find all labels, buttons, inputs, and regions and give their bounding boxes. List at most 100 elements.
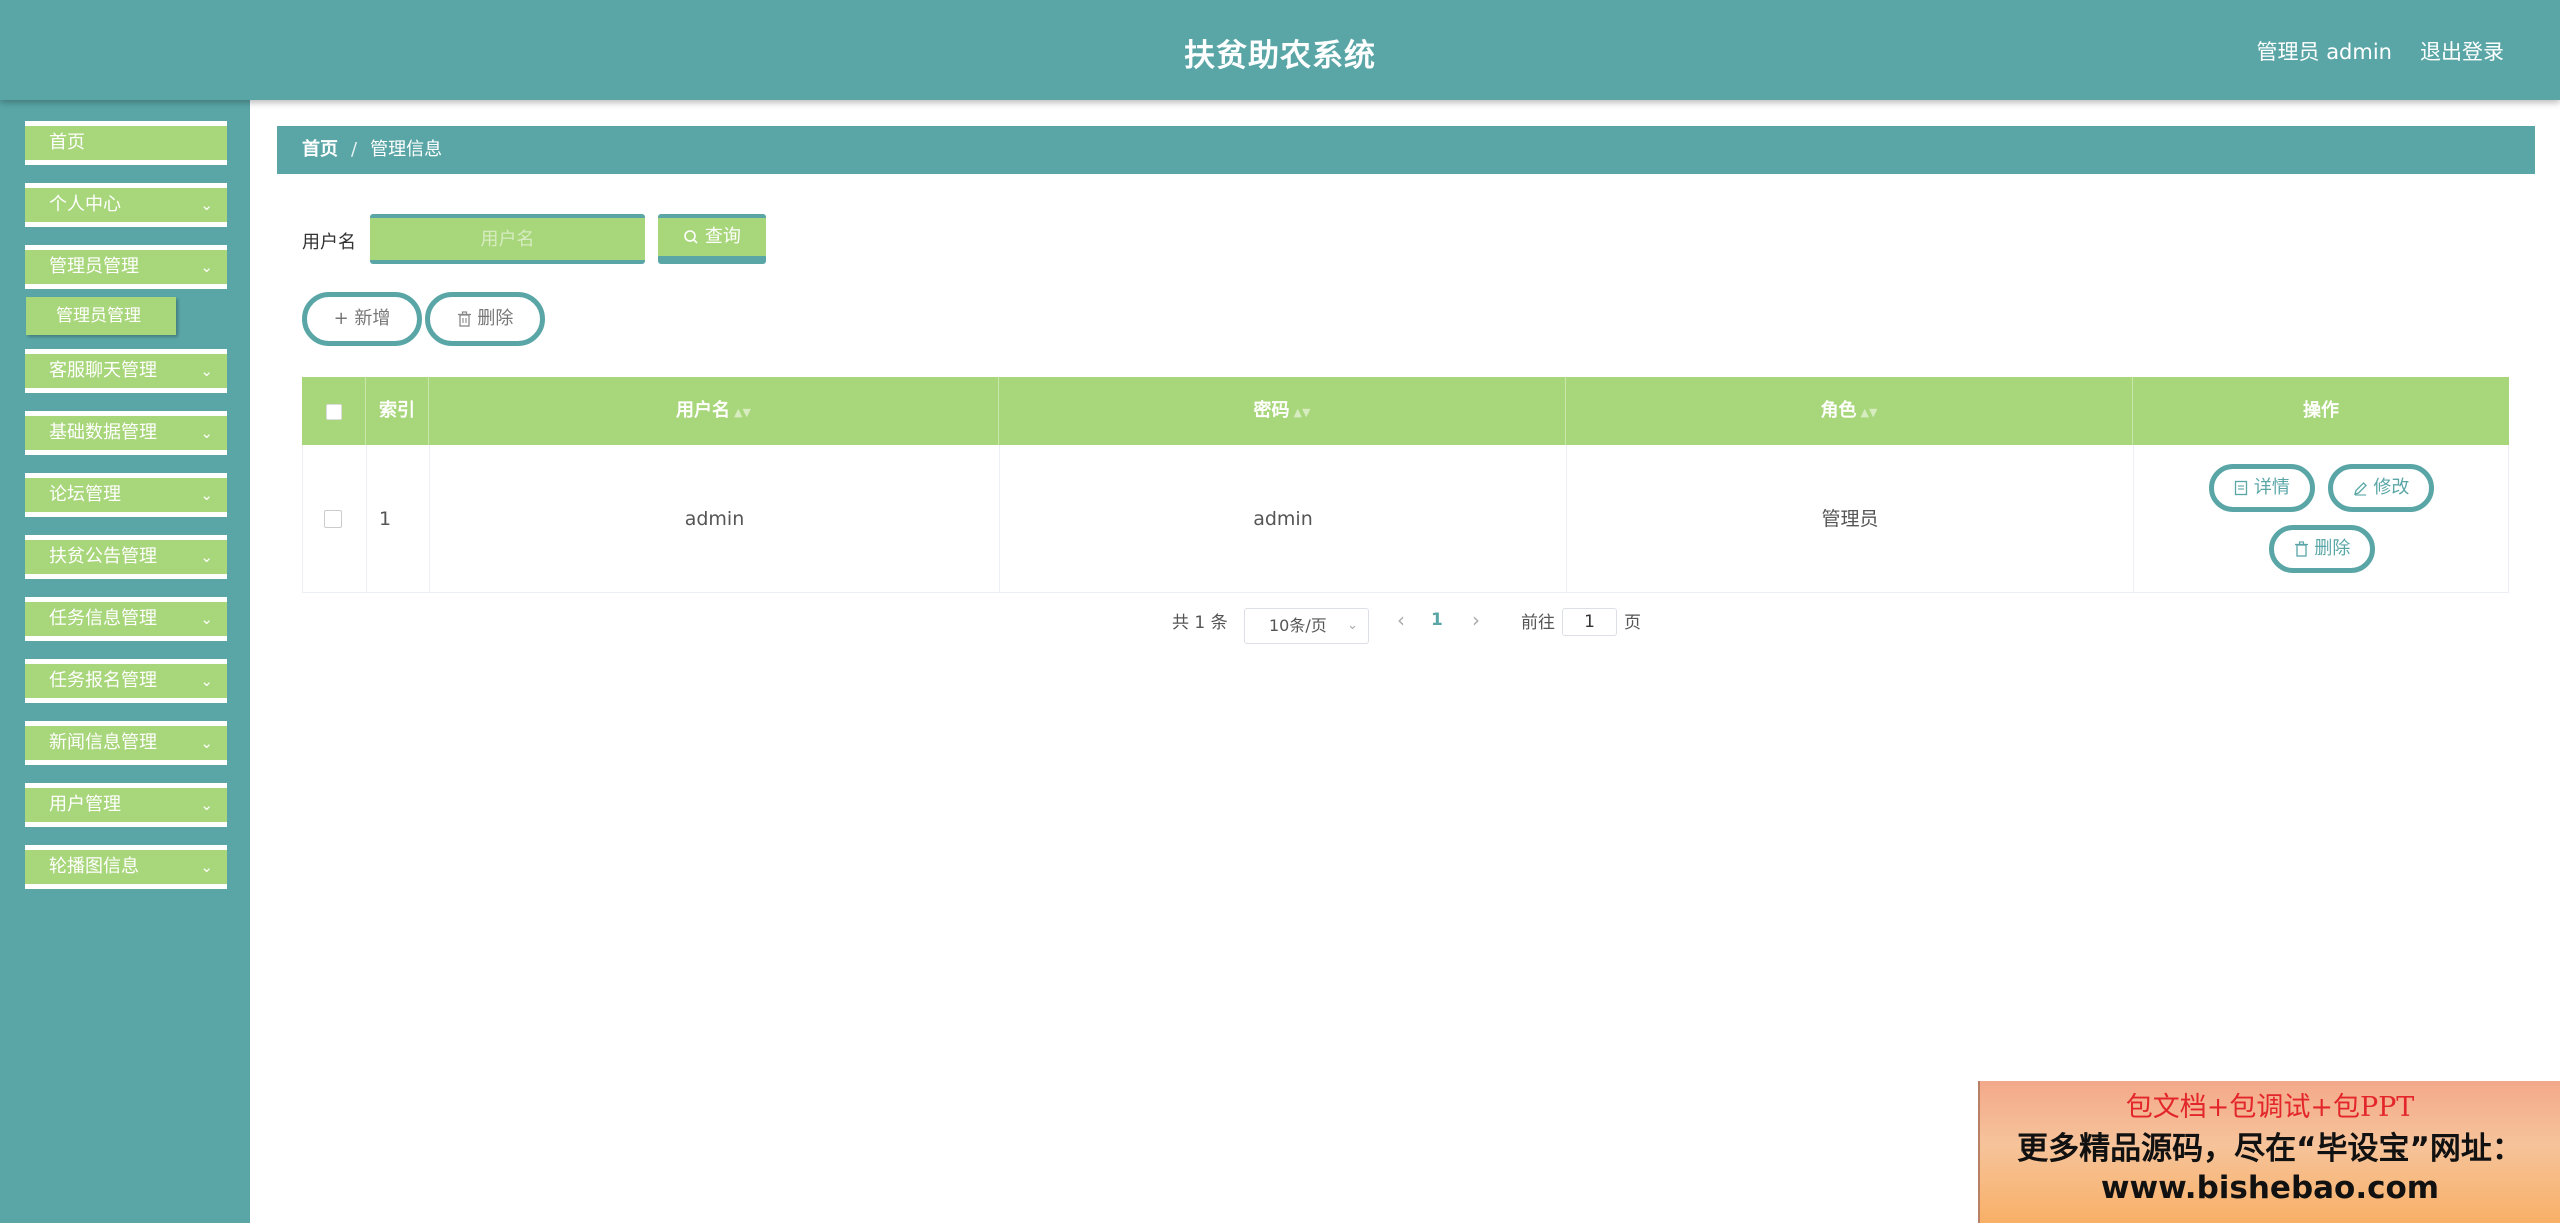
- sidebar-item-forum[interactable]: 论坛管理 ⌄: [25, 473, 227, 517]
- cell-index: 1: [367, 445, 430, 593]
- add-button[interactable]: + 新增: [302, 292, 422, 346]
- column-header-username[interactable]: 用户名 ▲▼: [429, 377, 999, 445]
- sidebar-item-label: 个人中心: [49, 194, 121, 215]
- trash-icon: [457, 311, 471, 327]
- sidebar-subitem-admin-management[interactable]: 管理员管理: [26, 297, 176, 335]
- chevron-down-icon: ⌄: [200, 362, 213, 380]
- document-icon: [2234, 480, 2248, 496]
- select-all-cell: [302, 377, 366, 445]
- goto-page-input[interactable]: [1562, 608, 1617, 636]
- plus-icon: +: [333, 308, 349, 329]
- sidebar-item-label: 论坛管理: [49, 484, 121, 505]
- chevron-down-icon: ⌄: [200, 610, 213, 628]
- top-header: 扶贫助农系统 管理员 admin 退出登录: [0, 0, 2560, 100]
- column-header-index: 索引: [366, 377, 429, 445]
- search-label: 用户名: [302, 232, 356, 253]
- cell-username: admin: [430, 445, 1000, 593]
- trash-icon: [2294, 541, 2308, 557]
- detail-button-label: 详情: [2253, 477, 2290, 498]
- sidebar-item-carousel[interactable]: 轮播图信息 ⌄: [25, 845, 227, 889]
- batch-delete-button[interactable]: 删除: [425, 292, 545, 346]
- current-user: 管理员 admin: [2256, 40, 2392, 64]
- row-checkbox[interactable]: [324, 510, 342, 528]
- app-title: 扶贫助农系统: [1184, 38, 1376, 74]
- search-icon: [684, 230, 698, 244]
- sidebar-item-label: 管理员管理: [49, 256, 139, 277]
- sidebar: 首页 个人中心 ⌄ 管理员管理 ⌄ 管理员管理 客服聊天管理 ⌄ 基础数据管理 …: [0, 100, 250, 1223]
- select-all-checkbox[interactable]: [326, 404, 342, 420]
- edit-icon: [2353, 481, 2367, 496]
- next-page-button[interactable]: ›: [1472, 608, 1480, 632]
- sidebar-item-label: 客服聊天管理: [49, 360, 157, 381]
- sidebar-item-label: 用户管理: [49, 794, 121, 815]
- chevron-down-icon: ⌄: [200, 486, 213, 504]
- goto-prefix: 前往: [1521, 613, 1555, 633]
- chevron-down-icon: ⌄: [200, 424, 213, 442]
- page-number-current[interactable]: 1: [1431, 610, 1443, 630]
- sidebar-item-basic-data[interactable]: 基础数据管理 ⌄: [25, 411, 227, 455]
- sidebar-item-admin-management[interactable]: 管理员管理 ⌄: [25, 245, 227, 289]
- edit-button[interactable]: 修改: [2328, 464, 2434, 512]
- table-header: 索引 用户名 ▲▼ 密码 ▲▼ 角色 ▲▼ 操作: [302, 377, 2509, 445]
- sidebar-item-news[interactable]: 新闻信息管理 ⌄: [25, 721, 227, 765]
- delete-button-label: 删除: [477, 308, 514, 329]
- sidebar-item-task-signup[interactable]: 任务报名管理 ⌄: [25, 659, 227, 703]
- chevron-right-icon: ›: [1472, 608, 1480, 632]
- detail-button[interactable]: 详情: [2209, 464, 2315, 512]
- sidebar-item-label: 新闻信息管理: [49, 732, 157, 753]
- chevron-down-icon: ⌄: [1347, 618, 1358, 633]
- cell-password: admin: [1000, 445, 1567, 593]
- table-row: 1 admin admin 管理员 详情 修改 删除: [302, 445, 2509, 593]
- cell-actions: 详情 修改 删除: [2134, 445, 2510, 593]
- pagination-total: 共 1 条: [1172, 613, 1228, 633]
- goto-suffix: 页: [1624, 613, 1641, 633]
- promo-banner: 包文档+包调试+包PPT 更多精品源码，尽在“毕设宝”网址： www.bishe…: [1978, 1081, 2560, 1223]
- page-size-value: 10条/页: [1269, 616, 1327, 635]
- chevron-left-icon: ‹: [1397, 608, 1405, 632]
- sidebar-item-label: 扶贫公告管理: [49, 546, 157, 567]
- breadcrumb: 首页 / 管理信息: [277, 126, 2535, 174]
- column-header-role[interactable]: 角色 ▲▼: [1566, 377, 2133, 445]
- sidebar-item-label: 任务信息管理: [49, 608, 157, 629]
- logout-link[interactable]: 退出登录: [2420, 36, 2504, 66]
- chevron-down-icon: ⌄: [200, 672, 213, 690]
- search-button[interactable]: 查询: [658, 214, 766, 264]
- chevron-down-icon: ⌄: [200, 258, 213, 276]
- sidebar-item-label: 任务报名管理: [49, 670, 157, 691]
- sort-icon[interactable]: ▲▼: [734, 406, 751, 419]
- chevron-down-icon: ⌄: [200, 796, 213, 814]
- breadcrumb-current: 管理信息: [370, 139, 443, 160]
- breadcrumb-separator: /: [351, 139, 358, 160]
- promo-line-3: www.bishebao.com: [2100, 1170, 2440, 1206]
- sort-icon[interactable]: ▲▼: [1861, 406, 1878, 419]
- promo-line-1: 包文档+包调试+包PPT: [2125, 1092, 2415, 1123]
- sidebar-item-label: 首页: [49, 132, 85, 153]
- sidebar-item-tasks[interactable]: 任务信息管理 ⌄: [25, 597, 227, 641]
- sidebar-item-label: 基础数据管理: [49, 422, 157, 443]
- edit-button-label: 修改: [2373, 477, 2410, 498]
- prev-page-button[interactable]: ‹: [1397, 608, 1405, 632]
- page-size-select[interactable]: 10条/页 ⌄: [1244, 608, 1369, 644]
- column-header-actions: 操作: [2303, 400, 2339, 421]
- chevron-down-icon: ⌄: [200, 858, 213, 876]
- sidebar-item-profile[interactable]: 个人中心 ⌄: [25, 183, 227, 227]
- row-select-cell: [303, 445, 367, 593]
- sort-icon[interactable]: ▲▼: [1294, 406, 1311, 419]
- sidebar-item-chat-management[interactable]: 客服聊天管理 ⌄: [25, 349, 227, 393]
- sidebar-item-home[interactable]: 首页: [25, 121, 227, 165]
- chevron-down-icon: ⌄: [200, 548, 213, 566]
- row-delete-button[interactable]: 删除: [2269, 525, 2375, 573]
- add-button-label: 新增: [354, 308, 391, 329]
- column-header-password[interactable]: 密码 ▲▼: [999, 377, 1566, 445]
- sidebar-item-users[interactable]: 用户管理 ⌄: [25, 783, 227, 827]
- breadcrumb-home[interactable]: 首页: [302, 139, 338, 160]
- promo-line-2: 更多精品源码，尽在“毕设宝”网址：: [2017, 1131, 2523, 1167]
- search-button-label: 查询: [704, 226, 741, 247]
- search-input[interactable]: [370, 214, 645, 264]
- cell-role: 管理员: [1567, 445, 2134, 593]
- sidebar-item-announcements[interactable]: 扶贫公告管理 ⌄: [25, 535, 227, 579]
- chevron-down-icon: ⌄: [200, 196, 213, 214]
- chevron-down-icon: ⌄: [200, 734, 213, 752]
- sidebar-item-label: 轮播图信息: [49, 856, 139, 877]
- row-delete-button-label: 删除: [2314, 538, 2351, 559]
